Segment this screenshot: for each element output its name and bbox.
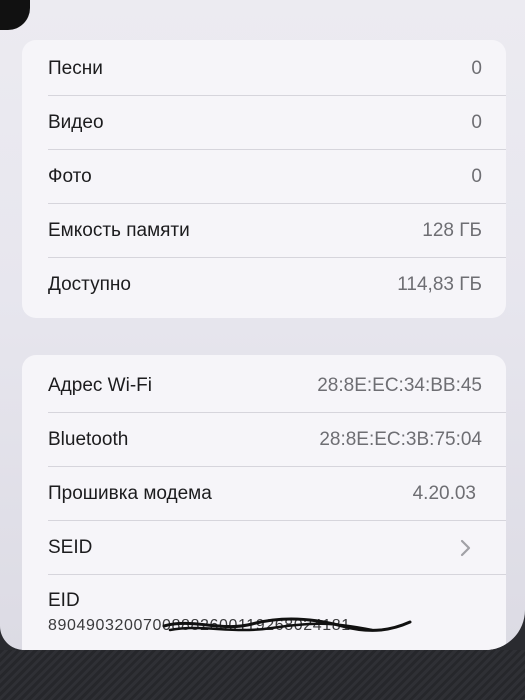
row-label: SEID — [48, 537, 93, 558]
songs-row: Песни 0 — [22, 42, 506, 96]
photos-row: Фото 0 — [22, 150, 506, 204]
chevron-right-icon — [460, 539, 471, 557]
row-label: Адрес Wi-Fi — [48, 375, 152, 396]
row-value: 0 — [471, 112, 482, 133]
eid-row: EID — [22, 575, 506, 615]
row-label: Прошивка модема — [48, 483, 212, 504]
redaction-scribble — [162, 617, 412, 632]
network-info-group: Адрес Wi-Fi 28:8E:EC:34:BB:45 Bluetooth … — [22, 355, 506, 650]
wifi-address-row: Адрес Wi-Fi 28:8E:EC:34:BB:45 — [22, 359, 506, 413]
row-value: 0 — [471, 166, 482, 187]
row-value: 0 — [471, 58, 482, 79]
row-label: Емкость памяти — [48, 220, 190, 241]
row-label: Фото — [48, 166, 92, 187]
row-value: 114,83 ГБ — [397, 274, 482, 295]
row-label: EID — [48, 590, 80, 611]
row-value: 4.20.03 — [412, 483, 476, 504]
row-value: 28:8E:EC:34:BB:45 — [317, 375, 482, 396]
bluetooth-row: Bluetooth 28:8E:EC:3B:75:04 — [22, 413, 506, 467]
row-label: Bluetooth — [48, 429, 129, 450]
capacity-row: Емкость памяти 128 ГБ — [22, 204, 506, 258]
modem-firmware-row: Прошивка модема 4.20.03 — [22, 467, 506, 521]
dynamic-island-corner — [0, 0, 30, 30]
row-value: 128 ГБ — [422, 220, 482, 241]
row-label: Видео — [48, 112, 104, 133]
row-label: Доступно — [48, 274, 131, 295]
videos-row: Видео 0 — [22, 96, 506, 150]
settings-screen: Песни 0 Видео 0 Фото 0 Емкость памяти 12… — [0, 0, 525, 650]
available-row: Доступно 114,83 ГБ — [22, 258, 506, 312]
row-value: 28:8E:EC:3B:75:04 — [319, 429, 482, 450]
seid-row[interactable]: SEID — [22, 521, 506, 575]
phone-bezel-bottom — [0, 650, 525, 700]
storage-info-group: Песни 0 Видео 0 Фото 0 Емкость памяти 12… — [22, 40, 506, 318]
row-label: Песни — [48, 58, 103, 79]
